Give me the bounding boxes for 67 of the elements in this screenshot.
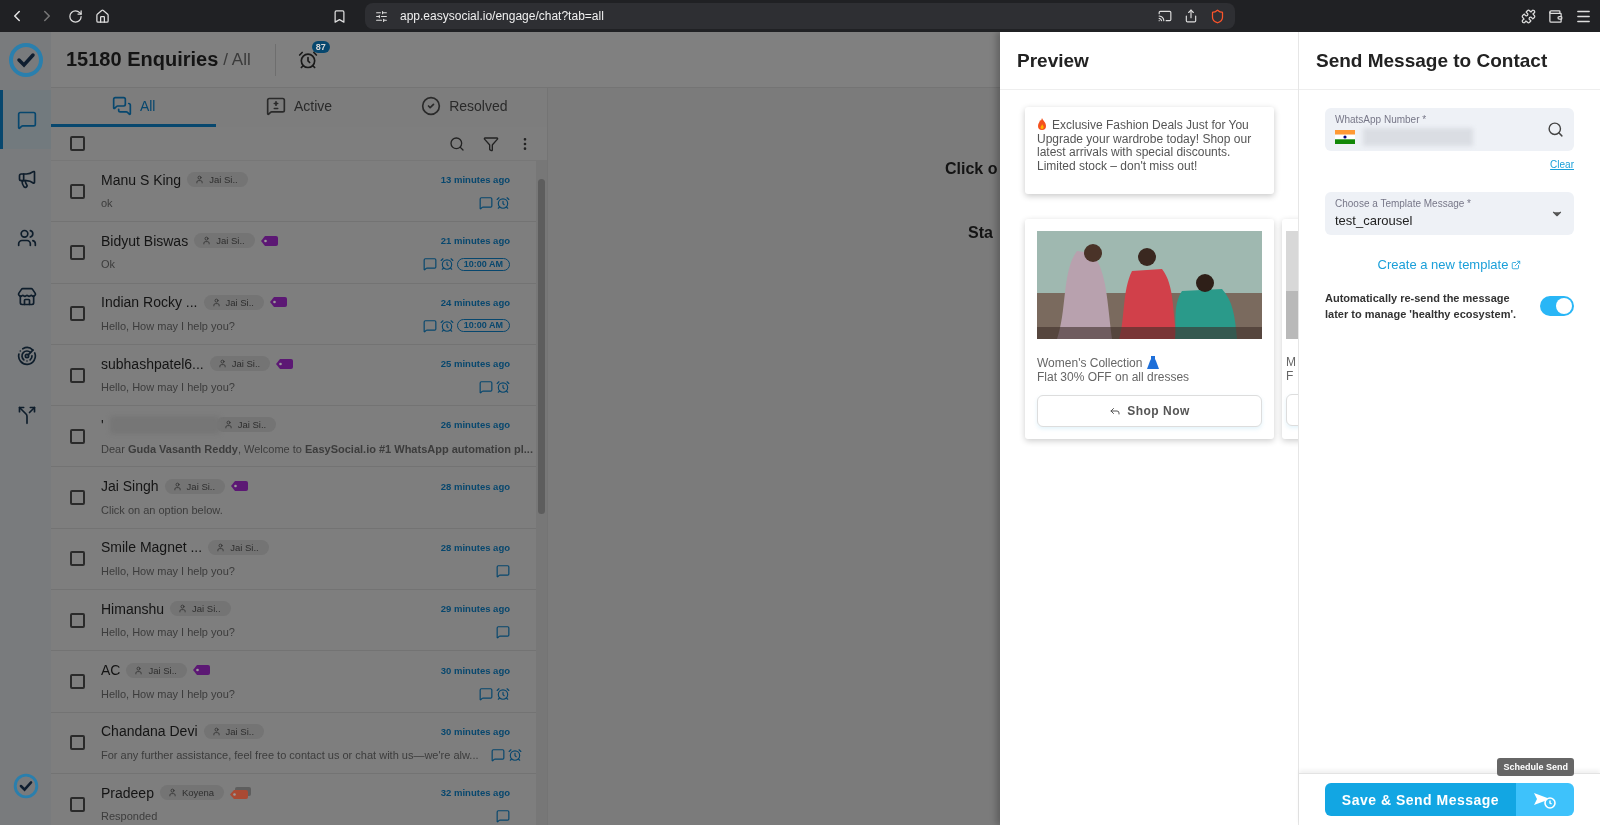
- contact-name: Indian Rocky ...: [101, 294, 198, 311]
- contact-name: Bidyut Biswas: [101, 232, 189, 249]
- message-preview: Hello, How may I help you?: [101, 626, 235, 639]
- tab[interactable]: Active: [216, 88, 382, 127]
- hint-text: Sta: [968, 224, 993, 242]
- contact-name: Manu S King: [101, 171, 182, 188]
- message-body: Upgrade your wardrobe today! Shop our latest arrivals with special discounts. Limited stock – don't miss out!: [1037, 132, 1253, 173]
- message-time: 32 minutes ago: [440, 787, 510, 799]
- template-select[interactable]: Choose a Template Message * test_carousel: [1325, 192, 1574, 235]
- enquiries-title: 15180 Enquiries: [66, 48, 219, 71]
- contact-name: Smile Magnet ...: [101, 539, 203, 556]
- preview-title: Preview: [1000, 32, 1298, 90]
- create-template-link[interactable]: Create a new template: [1377, 257, 1522, 272]
- agent-chip: Jai Si..: [209, 356, 271, 372]
- agent-chip: Koyena: [159, 785, 225, 801]
- message-time: 28 minutes ago: [440, 480, 510, 492]
- card-subtitle: F: [1286, 369, 1295, 383]
- contact-name: subhashpatel6...: [101, 355, 204, 372]
- message-preview: Dear Guda Vasanth Reddy, Welcome to EasySocial.io #1 WhatsApp automation pl...: [101, 443, 533, 456]
- agent-chip: Jai Si..: [126, 662, 187, 678]
- hint-text: Click o: [945, 160, 998, 178]
- message-time: 13 minutes ago: [440, 174, 510, 186]
- message-preview: Ok: [101, 258, 116, 271]
- contact-name: ': [101, 416, 104, 433]
- message-preview: For any further assistance, feel free to contact us or chat with us—we're alw...: [101, 748, 479, 761]
- agent-chip: Jai Si..: [187, 172, 248, 188]
- contact-name: Himanshu: [101, 600, 165, 617]
- agent-chip: Jai Si..: [203, 294, 264, 310]
- shop-now-button[interactable]: Shop Now: [1037, 395, 1262, 427]
- message-time: 26 minutes ago: [440, 419, 510, 431]
- message-preview: Click on an option below.: [101, 503, 223, 516]
- message-preview: Hello, How may I help you?: [101, 687, 235, 700]
- panel-title: Send Message to Contact: [1299, 32, 1600, 90]
- card-subtitle: Flat 30% OFF on all dresses: [1037, 370, 1191, 384]
- contact-name: Jai Singh: [101, 478, 159, 495]
- message-heading: Exclusive Fashion Deals Just for You: [1052, 118, 1249, 132]
- contact-name: Pradeep: [101, 784, 154, 801]
- message-preview: ok: [101, 197, 113, 210]
- message-preview: Hello, How may I help you?: [101, 564, 235, 577]
- filter-label: / All: [223, 49, 251, 70]
- tab[interactable]: Resolved: [381, 88, 547, 127]
- auto-resend-label: Automatically re-send the message later to manage 'healthy ecosystem'.: [1325, 291, 1518, 322]
- message-time: 30 minutes ago: [440, 725, 510, 737]
- contact-name: AC: [101, 662, 121, 678]
- clear-link[interactable]: Clear: [1550, 159, 1574, 170]
- card-title: Women's Collection: [1037, 356, 1143, 370]
- message-preview: Hello, How may I help you?: [101, 319, 235, 332]
- agent-chip: Jai Si..: [194, 233, 255, 249]
- count-badge: 87: [311, 40, 330, 53]
- card-title: M: [1286, 355, 1296, 369]
- tooltip: Schedule Send: [1497, 758, 1574, 776]
- message-time: 25 minutes ago: [440, 358, 510, 370]
- send-button[interactable]: Save & Send Message: [1325, 783, 1516, 816]
- message-preview: Responded: [101, 810, 158, 823]
- whatsapp-number-field[interactable]: WhatsApp Number *: [1325, 108, 1574, 151]
- agent-chip: Jai Si..: [203, 723, 265, 739]
- agent-chip: Jai Si..: [170, 601, 231, 617]
- message-time: 28 minutes ago: [440, 541, 510, 553]
- message-time: 21 minutes ago: [440, 235, 510, 247]
- message-time: 29 minutes ago: [440, 603, 510, 615]
- address-bar[interactable]: app.easysocial.io/engage/chat?tab=all: [365, 3, 1235, 29]
- message-preview: Hello, How may I help you?: [101, 381, 235, 394]
- agent-chip: Jai Si..: [164, 478, 226, 494]
- message-time: 30 minutes ago: [440, 664, 510, 676]
- message-time: 24 minutes ago: [440, 296, 510, 308]
- contact-name: Chandana Devi: [101, 723, 198, 740]
- agent-chip: Jai Si..: [208, 539, 269, 555]
